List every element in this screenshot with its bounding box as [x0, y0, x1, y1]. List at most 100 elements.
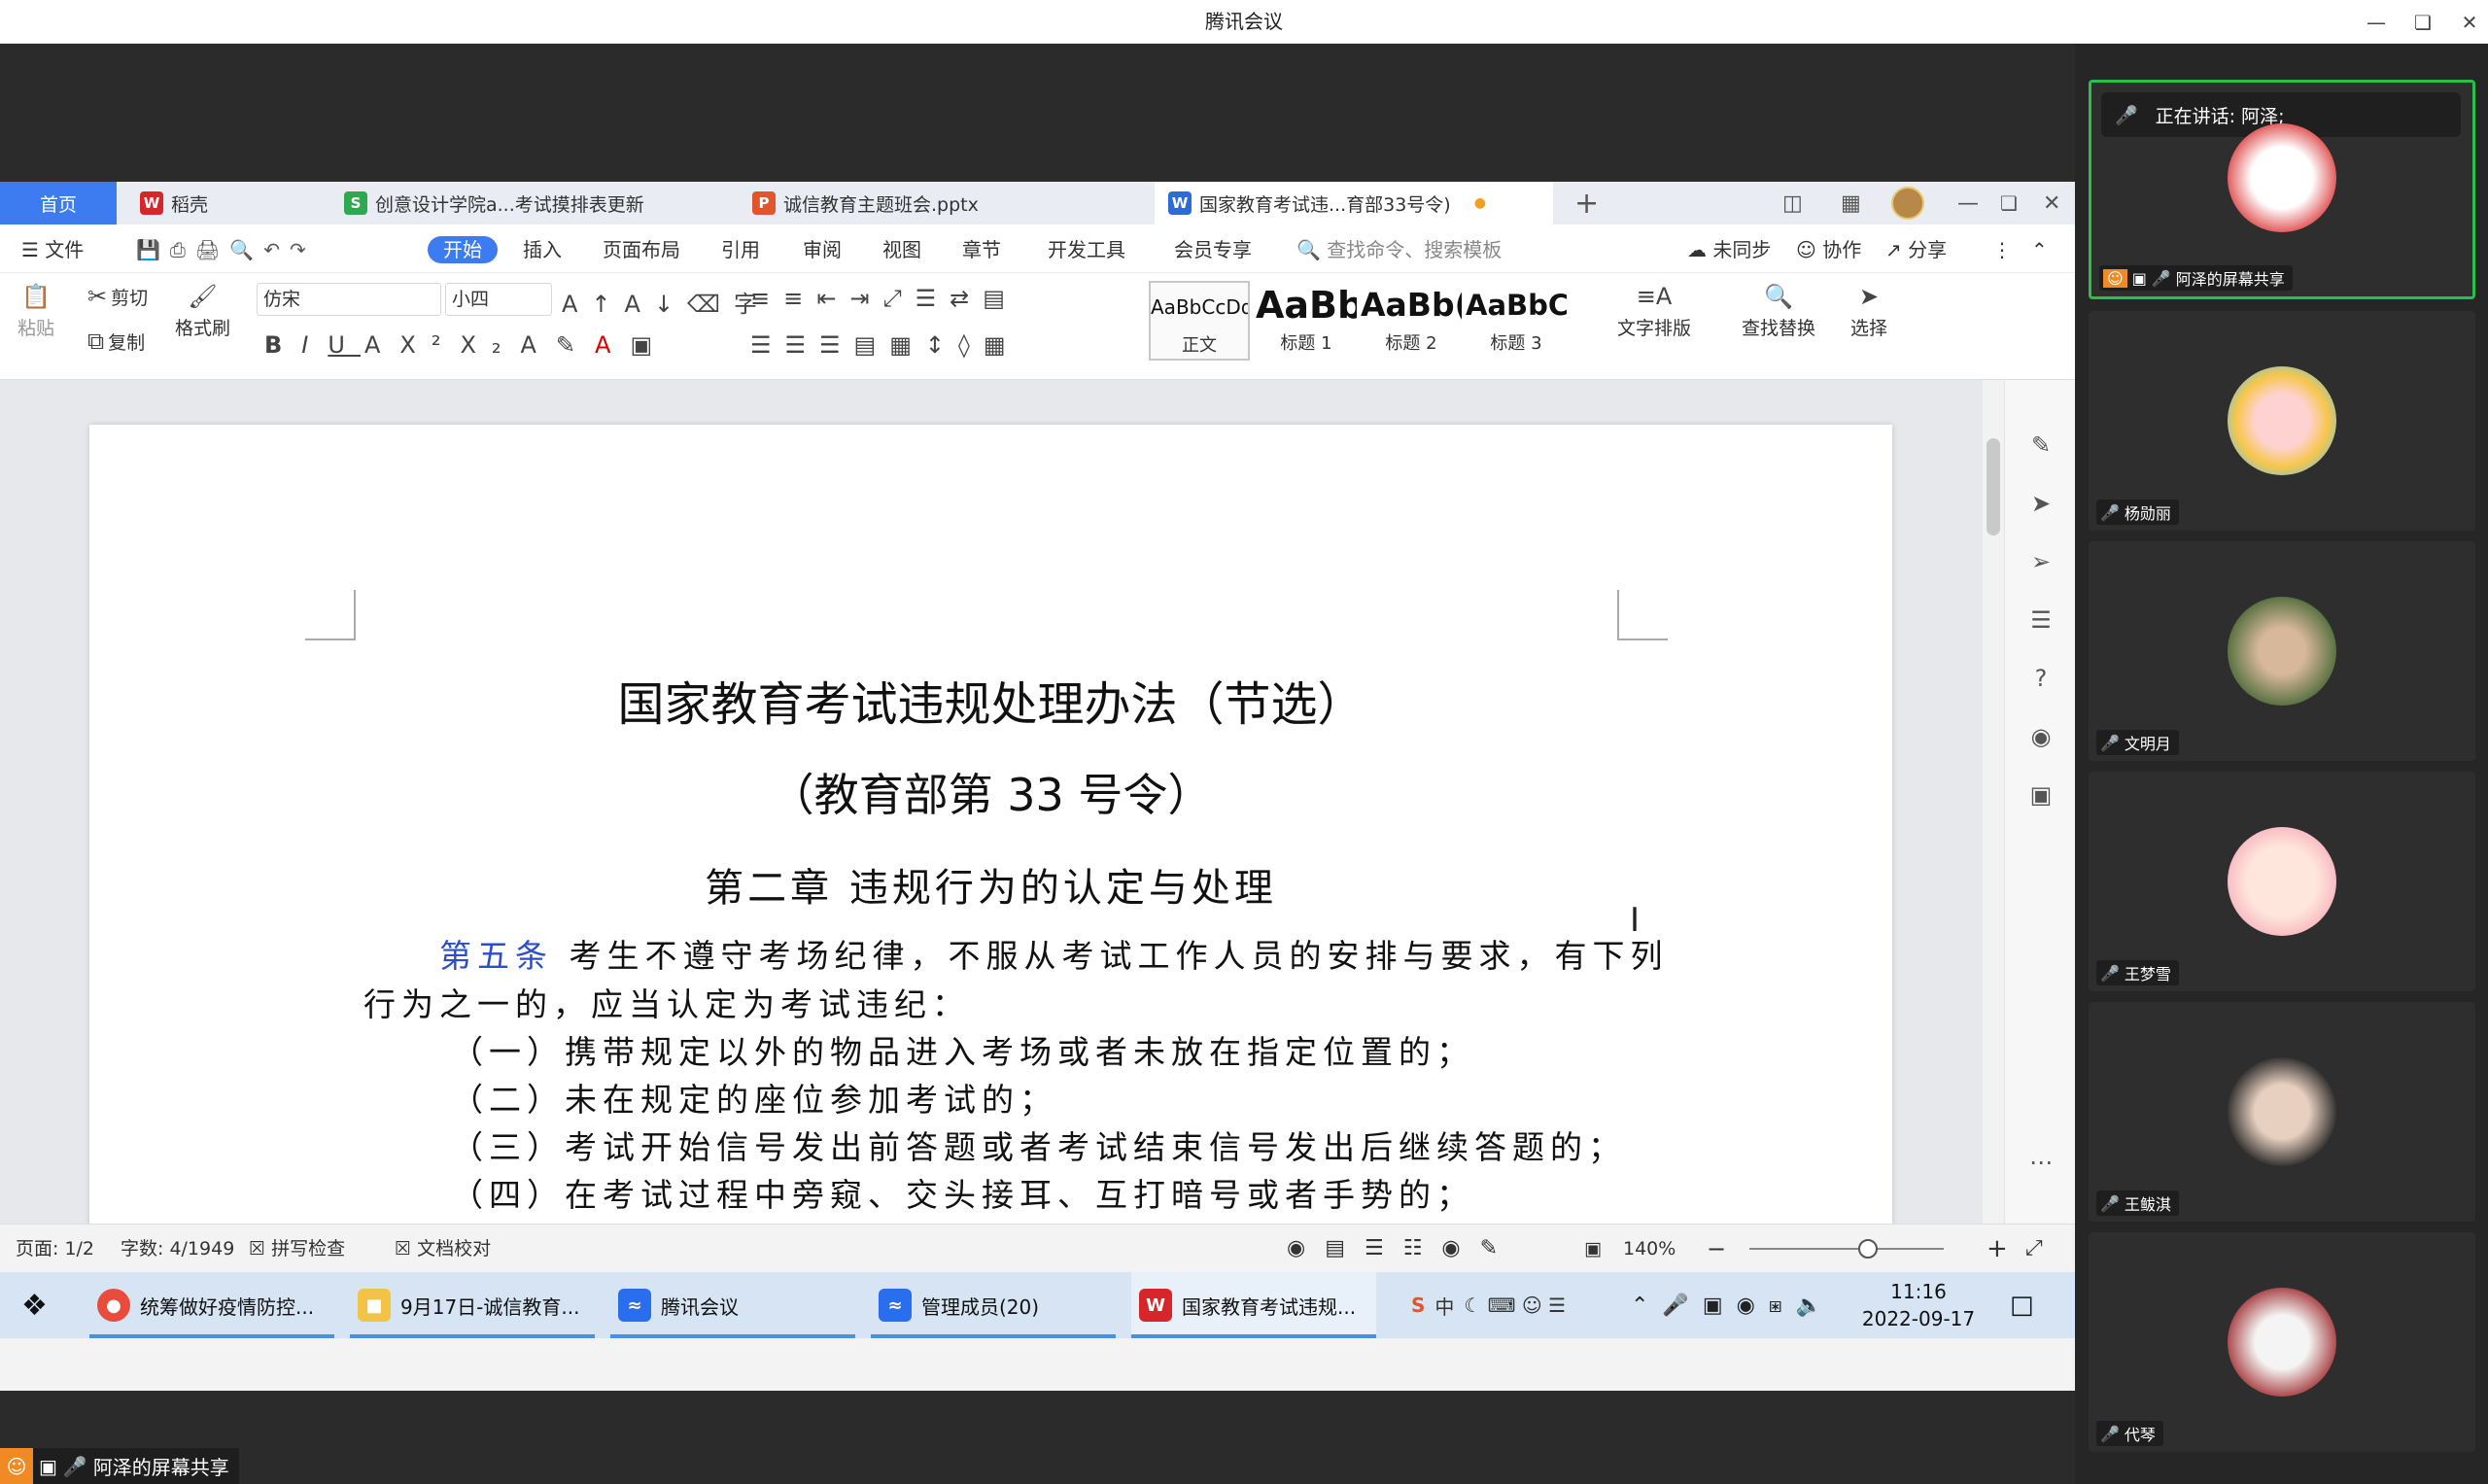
cut-button[interactable]: ✂ 剪切 — [87, 283, 148, 310]
menu-file[interactable]: ☰ 文件 — [21, 236, 84, 263]
select-button[interactable]: ➤ 选择 — [1850, 283, 1887, 340]
style-heading2[interactable]: AaBb(标题 2 — [1361, 281, 1462, 361]
document-page[interactable]: 国家教育考试违规处理办法（节选） （教育部第 33 号令） 第二章 违规行为的认… — [89, 425, 1892, 1224]
taskbar-browser[interactable]: ● 统筹做好疫情防控... — [89, 1272, 334, 1338]
text-style-row[interactable]: B I U A X² X₂ A ✎ A ▣ — [264, 331, 668, 359]
taskbar-label: 9月17日-诚信教育... — [400, 1294, 580, 1319]
avatar — [2228, 123, 2336, 232]
system-tray-icons[interactable]: ⌃🎤▣◉⧆🔈 — [1623, 1272, 1836, 1338]
notification-icon[interactable]: □ — [2002, 1272, 2034, 1338]
text-cursor-icon: I — [1630, 901, 1641, 940]
close-icon[interactable]: ✕ — [2453, 6, 2486, 39]
collapse-ribbon-icon[interactable]: ⌃ — [2031, 236, 2048, 263]
menu-review[interactable]: 审阅 — [803, 236, 842, 263]
participant-tile[interactable]: 🎤 文明月 — [2089, 541, 2475, 761]
paste-button[interactable]: 📋 粘贴 — [17, 283, 54, 340]
zoom-slider-handle[interactable] — [1858, 1239, 1878, 1259]
format-painter-button[interactable]: 🖌 格式刷 — [175, 283, 230, 340]
article-text: 考生不遵守考场纪律，不服从考试工作人员的安排与要求，有下列 — [553, 937, 1669, 975]
doc-proof-button[interactable]: ☒ 文档校对 — [395, 1225, 491, 1273]
taskbar-folder[interactable]: ■ 9月17日-诚信教育... — [350, 1272, 595, 1338]
new-tab-button[interactable]: + — [1561, 182, 1600, 224]
vertical-scrollbar[interactable] — [1983, 380, 2004, 1224]
menu-page-layout[interactable]: 页面布局 — [603, 236, 680, 263]
zoom-in-icon[interactable]: + — [1987, 1225, 2008, 1273]
zoom-out-icon[interactable]: − — [1707, 1225, 1726, 1273]
clock[interactable]: 11:16 2022-09-17 — [1841, 1278, 1996, 1332]
pointer-icon[interactable]: ➢ — [2026, 547, 2056, 576]
menu-references[interactable]: 引用 — [721, 236, 760, 263]
collab-button[interactable]: ☺ 协作 — [1796, 236, 1861, 263]
share-button[interactable]: ↗ 分享 — [1885, 236, 1947, 263]
wps-minimize-icon[interactable]: — — [1944, 182, 1992, 224]
view-mode-icons[interactable]: ◉▤☰☷◉✎ — [1287, 1225, 1517, 1273]
menu-view[interactable]: 视图 — [882, 236, 921, 263]
menu-chapter[interactable]: 章节 — [962, 236, 1001, 263]
text-layout-button[interactable]: ≡A 文字排版 — [1617, 283, 1691, 340]
copy-button[interactable]: ⧉ 复制 — [87, 328, 145, 355]
help-icon[interactable]: ? — [2026, 664, 2056, 693]
list-tools-row[interactable]: ≡≡⇤⇥⤢☰⇄▤ — [750, 285, 1019, 312]
image-icon[interactable]: ▣ — [2026, 780, 2056, 810]
tab-document-active[interactable]: W 国家教育考试违...育部33号令) ● — [1155, 182, 1553, 224]
align-tools-row[interactable]: ☰☰☰▤▦↕◊▦ — [750, 331, 1019, 359]
menu-member[interactable]: 会员专享 — [1174, 236, 1252, 263]
menu-developer[interactable]: 开发工具 — [1048, 236, 1125, 263]
rocket-icon[interactable]: ➤ — [2026, 489, 2056, 518]
wps-restore-icon[interactable]: ❏ — [1987, 182, 2031, 224]
taskbar-members[interactable]: ≈ 管理成员(20) — [871, 1272, 1116, 1338]
style-heading1[interactable]: AaBb 标题 1 — [1256, 281, 1357, 361]
ime-indicator[interactable]: S 中 ☾ ⌨ ☺ ☰ — [1403, 1272, 1566, 1338]
tab-presentation[interactable]: P 诚信教育主题班会.pptx — [739, 182, 1147, 224]
font-tools-row[interactable]: A↑A↓⌫字 — [562, 285, 771, 319]
more-icon[interactable]: ⋯ — [2026, 1148, 2056, 1177]
meeting-icon: ≈ — [618, 1289, 651, 1322]
start-button[interactable]: ❖ — [14, 1272, 72, 1338]
zoom-level[interactable]: 140% — [1623, 1225, 1676, 1273]
grid-icon[interactable]: ▦ — [1827, 182, 1875, 224]
scroll-thumb[interactable] — [1987, 438, 2000, 535]
location-icon[interactable]: ◉ — [2026, 722, 2056, 751]
style-heading3[interactable]: AaBbC 标题 3 — [1466, 281, 1567, 361]
participant-tile[interactable]: 🎤 杨勋丽 — [2089, 311, 2475, 531]
menu-start[interactable]: 开始 — [428, 236, 498, 263]
pen-icon[interactable]: ✎ — [2026, 431, 2056, 460]
find-replace-button[interactable]: 🔍 查找替换 — [1742, 283, 1815, 340]
taskbar-meeting[interactable]: ≈ 腾讯会议 — [610, 1272, 855, 1338]
font-family-select[interactable]: 仿宋 — [257, 283, 441, 316]
fullscreen-icon[interactable]: ⤢ — [2025, 1225, 2043, 1273]
spell-check-button[interactable]: ☒ 拼写检查 — [249, 1225, 345, 1273]
article-item: （三）考试开始信号发出前答题或者考试结束信号发出后继续答题的； — [451, 1128, 1626, 1166]
layout-icon[interactable]: ◫ — [1769, 182, 1816, 224]
user-icon: ☺ — [2103, 268, 2127, 288]
sliders-icon[interactable]: ☰ — [2026, 605, 2056, 635]
quick-access-icons[interactable]: 💾⎙🖨🔍↶↷ — [136, 236, 316, 263]
zoom-slider[interactable] — [1749, 1239, 1944, 1259]
share-label: 分享 — [1908, 238, 1948, 261]
participant-tile[interactable]: 🎤 王梦雪 — [2089, 772, 2475, 991]
tab-spreadsheet[interactable]: S 创意设计学院a...考试摸排表更新 — [330, 182, 729, 224]
screen-share-badge: ☺ ▣ 🎤 阿泽的屏幕共享 — [0, 1448, 239, 1484]
restore-icon[interactable]: ❏ — [2406, 6, 2439, 39]
tab-docer[interactable]: W 稻壳 — [126, 182, 321, 224]
more-menu-icon[interactable]: ⋮ — [1992, 236, 2012, 263]
page-indicator[interactable]: 页面: 1/2 — [16, 1225, 94, 1273]
proof-label: 文档校对 — [417, 1238, 492, 1260]
sync-button[interactable]: ☁ 未同步 — [1687, 236, 1771, 263]
tab-home[interactable]: 首页 — [0, 182, 117, 224]
user-avatar[interactable] — [1878, 182, 1938, 224]
menu-insert[interactable]: 插入 — [523, 236, 562, 263]
style-normal[interactable]: AaBbCcDd 正文 — [1149, 281, 1250, 361]
participant-tile-active[interactable]: 🎤 正在讲话: 阿泽; ☺ ▣ 🎤 阿泽的屏幕共享 — [2089, 80, 2475, 299]
wps-statusbar: 页面: 1/2 字数: 4/1949 ☒ 拼写检查 ☒ 文档校对 ◉▤☰☷◉✎ … — [0, 1224, 2075, 1272]
command-search[interactable]: 🔍 查找命令、搜索模板 — [1296, 236, 1502, 263]
word-count[interactable]: 字数: 4/1949 — [121, 1225, 234, 1273]
fit-icon[interactable]: ▣ — [1584, 1225, 1602, 1273]
taskbar-wps[interactable]: W 国家教育考试违规... — [1131, 1272, 1376, 1338]
minimize-icon[interactable]: — — [2360, 6, 2393, 39]
participant-tile[interactable]: 🎤 代琴 — [2089, 1232, 2475, 1452]
font-size-select[interactable]: 小四 — [445, 283, 552, 316]
wps-close-icon[interactable]: ✕ — [2029, 182, 2074, 224]
meeting-titlebar: 腾讯会议 — ❏ ✕ — [0, 0, 2488, 44]
participant-tile[interactable]: 🎤 王鲅淇 — [2089, 1002, 2475, 1222]
